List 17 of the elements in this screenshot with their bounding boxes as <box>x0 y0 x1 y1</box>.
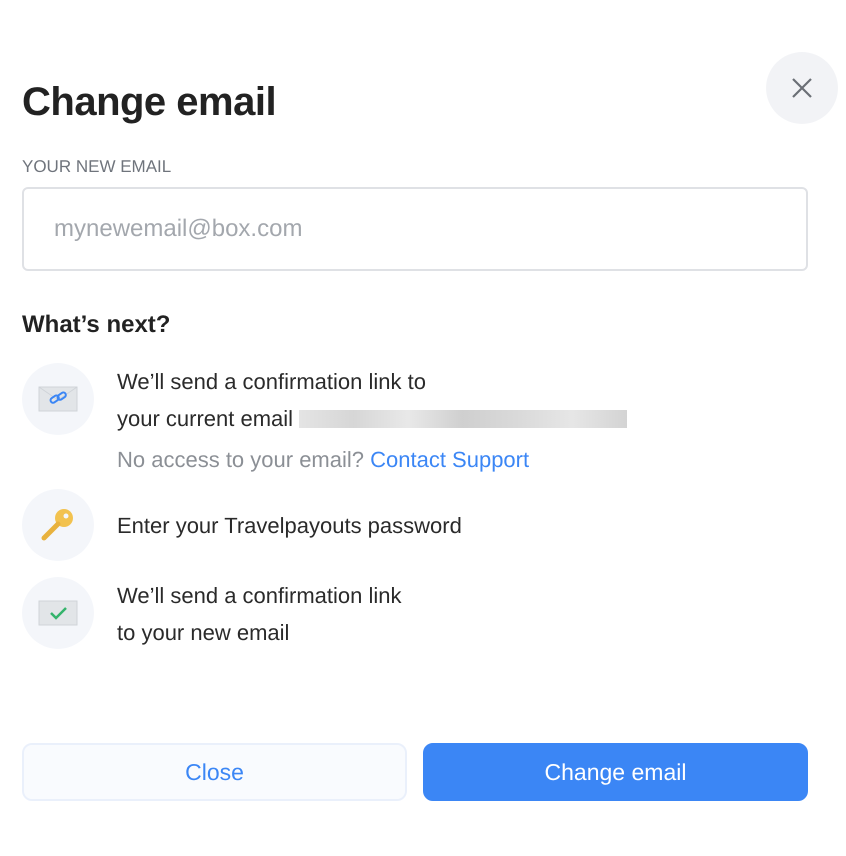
section-heading: What’s next? <box>22 311 172 339</box>
step-text: to your new email <box>117 619 290 647</box>
field-label: YOUR NEW EMAIL <box>22 157 172 177</box>
dialog-title: Change email <box>22 80 276 125</box>
email-input[interactable]: mynewemail@box.com <box>22 187 808 271</box>
step-text: We’ll send a confirmation link <box>117 582 402 610</box>
step-text: We’ll send a confirmation link to <box>117 368 426 396</box>
close-dialog-button[interactable]: Close <box>22 743 407 801</box>
support-link[interactable]: Contact Support <box>370 447 530 472</box>
close-icon <box>791 77 813 99</box>
key-icon <box>40 507 76 543</box>
envelope-link-icon <box>38 386 78 412</box>
step-text: your current email <box>117 405 294 433</box>
envelope-check-icon <box>38 600 78 626</box>
step-text: Enter your Travelpayouts password <box>117 512 462 540</box>
help-text: No access to your email? Contact Support <box>117 447 530 473</box>
change-email-button[interactable]: Change email <box>423 743 808 801</box>
